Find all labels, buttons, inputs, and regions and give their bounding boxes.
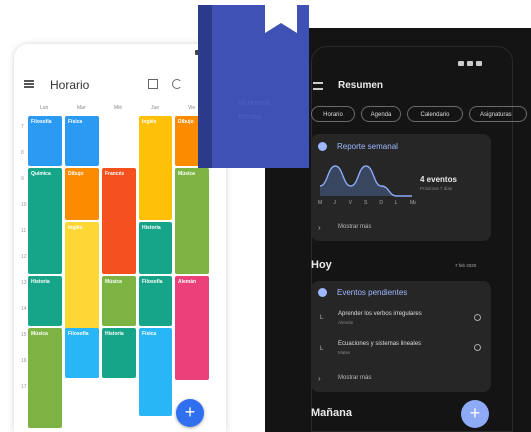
- class-block[interactable]: Francés: [102, 168, 136, 274]
- day-header: Mar: [77, 105, 86, 111]
- hour-label: 10: [21, 202, 27, 208]
- show-more-link[interactable]: Mostrar más: [338, 375, 371, 381]
- chart-x-label: Ma: [410, 200, 416, 206]
- event-count: 4 eventos: [420, 175, 457, 184]
- event-subject: Mates: [338, 350, 351, 355]
- day-header: Vie: [188, 105, 196, 111]
- add-event-button[interactable]: +: [461, 400, 489, 428]
- chart-x-label: J: [333, 200, 336, 206]
- chart-area: [320, 166, 412, 196]
- class-block[interactable]: Inglés: [139, 116, 172, 220]
- logo-text-line2: Escolar: [238, 114, 262, 121]
- event-checkbox[interactable]: [474, 314, 481, 321]
- class-block[interactable]: Música: [28, 328, 62, 428]
- day-header: Lun: [40, 105, 49, 111]
- hour-label: 17: [21, 384, 27, 390]
- class-block[interactable]: Música: [102, 276, 136, 326]
- event-title: Aprender los verbos irregulares: [338, 311, 422, 317]
- section-tomorrow: Mañana: [311, 407, 352, 419]
- class-block[interactable]: Historia: [102, 328, 136, 378]
- refresh-icon[interactable]: [172, 79, 182, 89]
- report-title: Reporte semanal: [337, 142, 398, 151]
- event-subject: Alemán: [338, 320, 354, 325]
- event-title: Ecuaciones y sistemas lineales: [338, 341, 422, 347]
- screen-title: Resumen: [338, 80, 384, 91]
- class-block[interactable]: Dibujo: [65, 168, 99, 220]
- hour-label: 15: [21, 332, 27, 338]
- event-checkbox[interactable]: [474, 344, 481, 351]
- class-block[interactable]: Física: [65, 116, 99, 166]
- class-block[interactable]: Química: [28, 168, 62, 274]
- timetable-toolbar: Horario: [14, 72, 226, 98]
- toolbar-title: Horario: [50, 78, 90, 92]
- class-block[interactable]: Filosofía: [139, 276, 172, 326]
- chart-x-label: D: [379, 200, 383, 206]
- event-letter: L: [320, 315, 324, 321]
- day-header: Jue: [151, 105, 160, 111]
- day-header: Mié: [114, 105, 123, 111]
- hour-label: 14: [21, 306, 27, 312]
- report-icon: [318, 142, 327, 151]
- menu-icon[interactable]: [24, 80, 34, 88]
- weekly-chart: M J V S D L Ma: [318, 165, 416, 206]
- pending-icon: [318, 288, 327, 297]
- hour-label: 11: [21, 228, 27, 234]
- chip-horario[interactable]: Horario: [311, 106, 355, 122]
- hour-label: 7: [21, 124, 24, 130]
- pending-title: Eventos pendientes: [337, 288, 408, 297]
- chart-x-label: L: [395, 200, 398, 206]
- hour-label: 13: [21, 280, 27, 286]
- add-class-button[interactable]: +: [176, 399, 204, 427]
- arrow-right-icon: ›: [318, 223, 321, 232]
- hour-label: 8: [21, 150, 24, 156]
- app-logo: Mi Horario Escolar: [198, 5, 309, 168]
- hour-label: 16: [21, 358, 27, 364]
- class-block[interactable]: Música: [175, 168, 209, 274]
- chip-asignaturas[interactable]: Asignaturas: [469, 106, 527, 122]
- arrow-right-icon: ›: [318, 374, 321, 383]
- hour-label: 9: [21, 176, 24, 182]
- show-more-link[interactable]: Mostrar más: [338, 224, 371, 230]
- grid-icon[interactable]: [148, 79, 158, 89]
- class-block[interactable]: Filosofía: [65, 328, 99, 378]
- logo-text-line1: Mi Horario: [238, 100, 270, 107]
- event-letter: L: [320, 346, 324, 352]
- menu-icon[interactable]: [313, 82, 323, 90]
- chip-agenda[interactable]: Agenda: [361, 106, 401, 122]
- class-block[interactable]: Física: [139, 328, 172, 416]
- event-count-subtitle: Próximos 7 días: [420, 186, 453, 191]
- chart-x-label: V: [349, 200, 353, 206]
- class-block[interactable]: Historia: [28, 276, 62, 326]
- section-today: Hoy: [311, 259, 332, 271]
- today-date: 7 feb 2020: [455, 263, 477, 268]
- hour-label: 12: [21, 254, 27, 260]
- status-bar: [458, 61, 498, 66]
- timetable-phone-screenshot: Horario Lun Mar Mié Jue Vie 7 8 9 10 11 …: [14, 44, 226, 432]
- class-block[interactable]: Alemán: [175, 276, 209, 380]
- chart-x-label: M: [318, 200, 322, 206]
- class-block[interactable]: Filosofía: [28, 116, 62, 166]
- chart-x-label: S: [364, 200, 368, 206]
- class-block[interactable]: Historia: [139, 222, 172, 274]
- chip-calendario[interactable]: Calendario: [407, 106, 463, 122]
